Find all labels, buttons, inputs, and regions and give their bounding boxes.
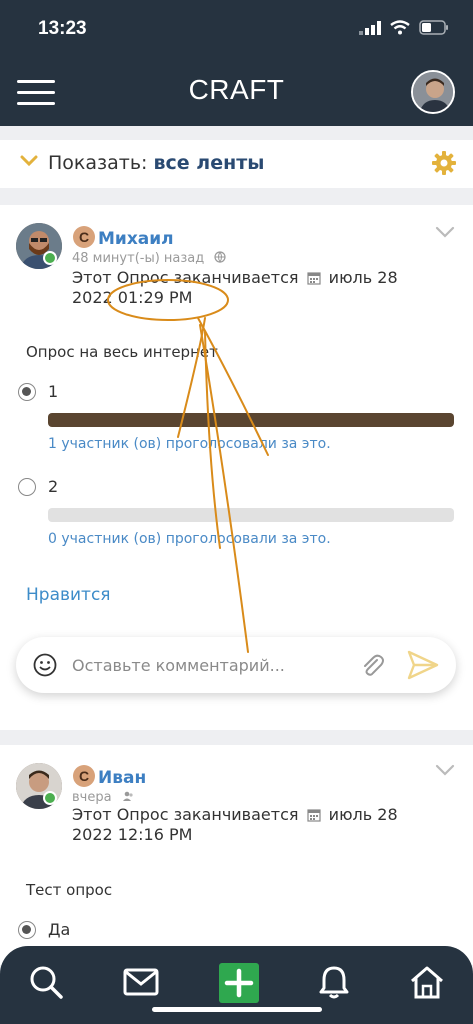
author-name[interactable]: Иван [98,768,146,788]
chevron-down-icon[interactable] [20,154,38,168]
poll-votes-link[interactable]: 1 участник (ов) проголосовали за это. [48,436,331,452]
calendar-icon [306,809,321,822]
filter-value: все ленты [153,152,265,174]
battery-icon [419,20,448,35]
avatar-photo [413,72,453,112]
bell-icon[interactable] [318,964,350,1000]
poll-end-time: 2022 12:16 PM [72,825,193,844]
home-icon[interactable] [409,964,445,1000]
status-time: 13:23 [38,18,87,39]
user-avatar[interactable] [411,70,455,114]
poll-option-label[interactable]: 2 [48,477,58,496]
home-indicator [152,1007,322,1012]
feed-filter-bar[interactable]: Показать: все ленты [0,140,473,188]
poll-option-label[interactable]: 1 [48,382,58,401]
chevron-down-icon[interactable] [435,225,455,239]
poll-result-bar [48,508,454,522]
post-time-text: 48 минут(-ы) назад [72,251,205,266]
poll-end-date: июль 28 [328,805,398,824]
search-icon[interactable] [28,964,64,1000]
post-card: С Михаил 48 минут(-ы) назад Этот Опрос з… [0,205,473,730]
online-status-dot [43,791,57,805]
app-header: CRAFT [0,60,473,126]
poll-option-radio[interactable] [18,478,36,496]
paperclip-icon[interactable] [360,653,386,679]
calendar-icon [306,272,321,285]
wifi-icon [390,20,410,35]
app-title: CRAFT [188,74,285,105]
status-icons [359,20,449,35]
users-icon [122,791,133,801]
filter-prefix: Показать: [48,152,148,174]
like-button[interactable]: Нравится [26,585,111,605]
mail-icon[interactable] [123,968,159,996]
poll-question: Опрос на весь интернет [26,343,218,361]
poll-end-date: июль 28 [328,268,398,287]
post-time: вчера [72,790,134,805]
poll-end-prefix: Этот Опрос заканчивается [72,268,299,287]
chevron-down-icon[interactable] [435,763,455,777]
feed-filter-label[interactable]: Показать: все ленты [48,152,264,174]
poll-option-radio[interactable] [18,921,36,939]
poll-end-info: Этот Опрос заканчивается июль 28 2022 12… [72,805,432,845]
cellular-signal-icon [359,20,381,35]
post-card: С Иван вчера Этот Опрос заканчивается ию… [0,745,473,965]
author-badge: С [73,226,95,248]
comment-box [16,637,456,693]
emoji-icon[interactable] [33,653,57,677]
poll-option-label[interactable]: Да [48,920,70,939]
poll-result-bar [48,413,454,427]
online-status-dot [43,251,57,265]
poll-votes-link[interactable]: 0 участник (ов) проголосовали за это. [48,531,331,547]
post-time-text: вчера [72,790,112,805]
poll-end-prefix: Этот Опрос заканчивается [72,805,299,824]
author-name[interactable]: Михаил [98,229,174,249]
comment-input[interactable] [72,651,352,679]
poll-result-fill [48,413,454,427]
poll-end-info: Этот Опрос заканчивается июль 28 2022 01… [72,268,432,308]
author-badge: С [73,765,95,787]
poll-end-time: 2022 01:29 PM [72,288,193,307]
poll-option-radio[interactable] [18,383,36,401]
add-icon[interactable] [219,963,259,1003]
poll-question: Тест опрос [26,881,113,899]
post-time: 48 минут(-ы) назад [72,251,227,266]
bottom-navigation [0,946,473,1024]
status-bar: 13:23 [0,0,473,60]
gear-icon[interactable] [431,150,457,176]
send-icon[interactable] [406,649,440,681]
globe-icon [214,251,227,263]
